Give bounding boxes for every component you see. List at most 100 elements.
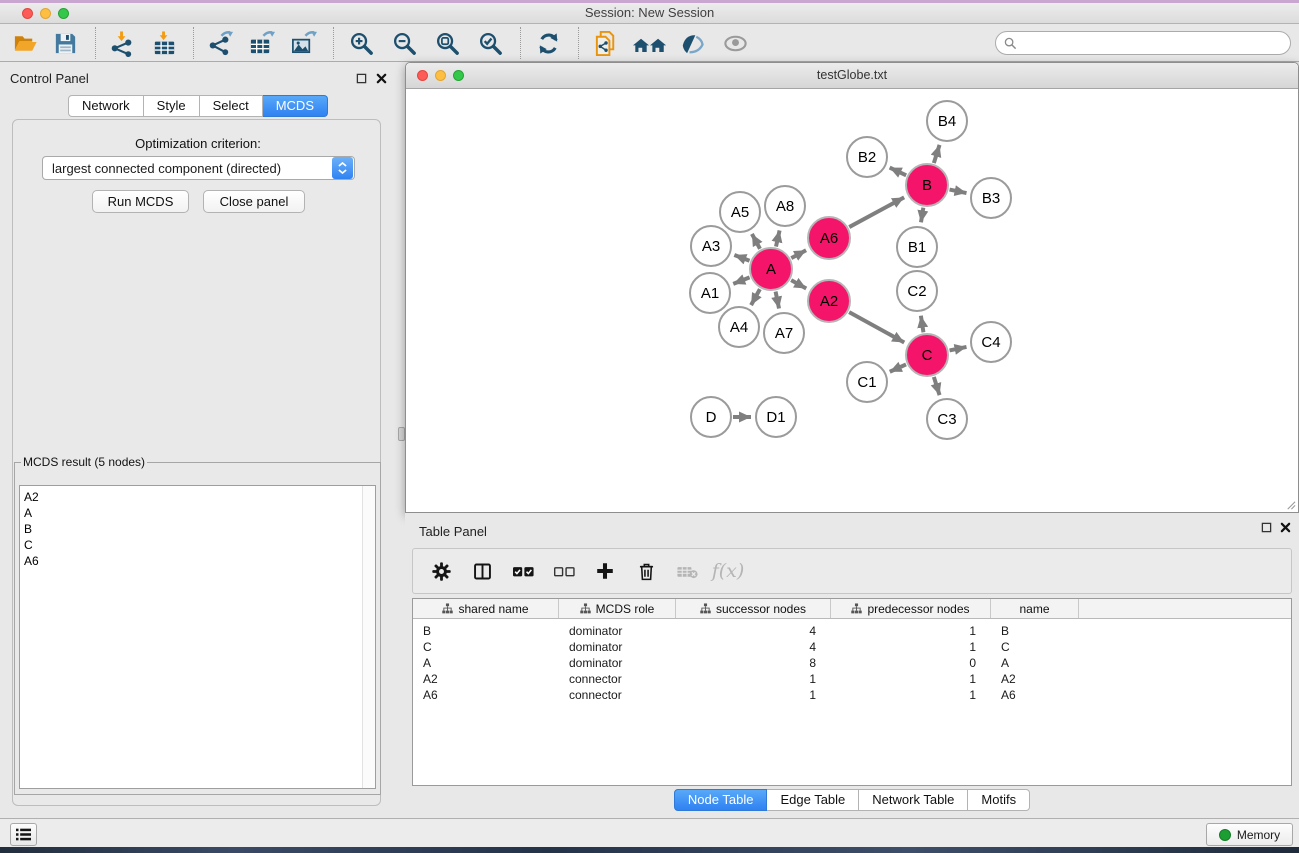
graph-edge-A-A2[interactable] xyxy=(791,280,806,288)
graph-edge-A-A4[interactable] xyxy=(751,289,760,305)
graph-node-B2[interactable]: B2 xyxy=(847,137,887,177)
export-image-icon[interactable] xyxy=(288,28,318,58)
graph-edge-C-C2[interactable] xyxy=(921,316,924,333)
maximize-network-button[interactable] xyxy=(453,70,464,81)
graph-node-A[interactable]: A xyxy=(750,248,792,290)
tab-mcds[interactable]: MCDS xyxy=(263,95,328,117)
graph-node-A3[interactable]: A3 xyxy=(691,226,731,266)
zoom-out-icon[interactable] xyxy=(389,28,419,58)
graph-edge-A-A3[interactable] xyxy=(734,255,749,261)
tab-network-table[interactable]: Network Table xyxy=(859,789,968,811)
task-history-button[interactable] xyxy=(10,823,37,846)
graph-edge-A-A7[interactable] xyxy=(776,292,779,309)
table-row[interactable]: Adominator80A xyxy=(413,655,1291,671)
mcds-list-scrollbar[interactable] xyxy=(362,486,375,788)
export-network-icon[interactable] xyxy=(205,28,235,58)
graph-node-C2[interactable]: C2 xyxy=(897,271,937,311)
close-panel-icon[interactable] xyxy=(375,72,388,85)
memory-button[interactable]: Memory xyxy=(1206,823,1293,846)
graph-node-D[interactable]: D xyxy=(691,397,731,437)
graph-edge-A6-B[interactable] xyxy=(849,197,904,227)
tab-motifs[interactable]: Motifs xyxy=(968,789,1030,811)
graph-node-A8[interactable]: A8 xyxy=(765,186,805,226)
close-network-button[interactable] xyxy=(417,70,428,81)
column-header-shared-name[interactable]: shared name xyxy=(413,599,559,618)
zoom-fit-icon[interactable] xyxy=(432,28,462,58)
graph-node-B1[interactable]: B1 xyxy=(897,227,937,267)
refresh-icon[interactable] xyxy=(533,28,563,58)
mcds-result-item[interactable]: C xyxy=(24,537,375,553)
tab-style[interactable]: Style xyxy=(144,95,200,117)
graph-edge-A-A8[interactable] xyxy=(776,230,780,246)
vertical-divider-handle[interactable] xyxy=(398,427,405,441)
column-header-predecessor-nodes[interactable]: predecessor nodes xyxy=(831,599,991,618)
close-table-panel-icon[interactable] xyxy=(1279,521,1292,534)
deselect-all-icon[interactable] xyxy=(552,559,576,583)
settings-icon[interactable] xyxy=(429,559,453,583)
zoom-in-icon[interactable] xyxy=(346,28,376,58)
show-details-icon[interactable] xyxy=(720,28,750,58)
maximize-window-button[interactable] xyxy=(58,8,69,19)
graph-edge-B-B2[interactable] xyxy=(890,168,907,176)
delete-table-icon[interactable] xyxy=(675,559,699,583)
import-network-icon[interactable] xyxy=(107,28,137,58)
graph-node-A7[interactable]: A7 xyxy=(764,313,804,353)
duplicate-network-icon[interactable] xyxy=(591,28,621,58)
column-header-successor-nodes[interactable]: successor nodes xyxy=(676,599,831,618)
delete-column-icon[interactable] xyxy=(634,559,658,583)
mcds-result-item[interactable]: A6 xyxy=(24,553,375,569)
graph-edge-B-B4[interactable] xyxy=(934,145,940,163)
graph-node-C4[interactable]: C4 xyxy=(971,322,1011,362)
network-canvas[interactable]: B4B2BB3A5A8A6A3B1AC2A1A2A4A7C4CC1C3DD1 xyxy=(406,89,1298,512)
graph-node-D1[interactable]: D1 xyxy=(756,397,796,437)
graph-node-C[interactable]: C xyxy=(906,334,948,376)
column-header-name[interactable]: name xyxy=(991,599,1079,618)
mcds-result-item[interactable]: B xyxy=(24,521,375,537)
mcds-result-item[interactable]: A2 xyxy=(24,489,375,505)
criterion-select[interactable]: largest connected component (directed) xyxy=(42,156,355,180)
tab-network[interactable]: Network xyxy=(68,95,144,117)
mcds-result-item[interactable]: A xyxy=(24,505,375,521)
graph-edge-C-C4[interactable] xyxy=(950,347,967,350)
home-icon[interactable] xyxy=(630,28,670,58)
graph-node-B3[interactable]: B3 xyxy=(971,178,1011,218)
tab-select[interactable]: Select xyxy=(200,95,263,117)
open-session-icon[interactable] xyxy=(10,28,40,58)
minimize-network-button[interactable] xyxy=(435,70,446,81)
resize-grip-icon[interactable] xyxy=(1285,499,1296,510)
graph-edge-B-B1[interactable] xyxy=(921,208,923,223)
hide-details-icon[interactable] xyxy=(675,28,705,58)
graph-edge-B-B3[interactable] xyxy=(950,190,967,193)
graph-edge-A-A1[interactable] xyxy=(733,277,749,283)
graph-node-B4[interactable]: B4 xyxy=(927,101,967,141)
tab-node-table[interactable]: Node Table xyxy=(674,789,768,811)
table-row[interactable]: Bdominator41B xyxy=(413,623,1291,639)
add-column-icon[interactable] xyxy=(593,559,617,583)
tab-edge-table[interactable]: Edge Table xyxy=(767,789,859,811)
graph-edge-C-C3[interactable] xyxy=(934,377,940,395)
graph-node-A2[interactable]: A2 xyxy=(808,280,850,322)
graph-node-C3[interactable]: C3 xyxy=(927,399,967,439)
graph-node-A5[interactable]: A5 xyxy=(720,192,760,232)
search-box[interactable] xyxy=(995,31,1291,55)
graph-node-B[interactable]: B xyxy=(906,164,948,206)
select-all-icon[interactable] xyxy=(511,559,535,583)
table-row[interactable]: A2connector11A2 xyxy=(413,671,1291,687)
network-graph[interactable]: B4B2BB3A5A8A6A3B1AC2A1A2A4A7C4CC1C3DD1 xyxy=(406,89,1298,512)
graph-node-A6[interactable]: A6 xyxy=(808,217,850,259)
minimize-window-button[interactable] xyxy=(40,8,51,19)
float-table-panel-icon[interactable] xyxy=(1260,521,1273,534)
save-session-icon[interactable] xyxy=(50,28,80,58)
export-table-icon[interactable] xyxy=(246,28,276,58)
function-builder-icon[interactable]: f(x) xyxy=(716,559,740,583)
column-header-MCDS-role[interactable]: MCDS role xyxy=(559,599,676,618)
table-row[interactable]: Cdominator41C xyxy=(413,639,1291,655)
import-table-icon[interactable] xyxy=(149,28,179,58)
zoom-selected-icon[interactable] xyxy=(475,28,505,58)
table-row[interactable]: A6connector11A6 xyxy=(413,687,1291,703)
graph-node-A4[interactable]: A4 xyxy=(719,307,759,347)
graph-edge-A2-C[interactable] xyxy=(849,312,904,342)
graph-edge-A-A6[interactable] xyxy=(791,250,806,258)
close-window-button[interactable] xyxy=(22,8,33,19)
close-panel-button[interactable]: Close panel xyxy=(203,190,305,213)
